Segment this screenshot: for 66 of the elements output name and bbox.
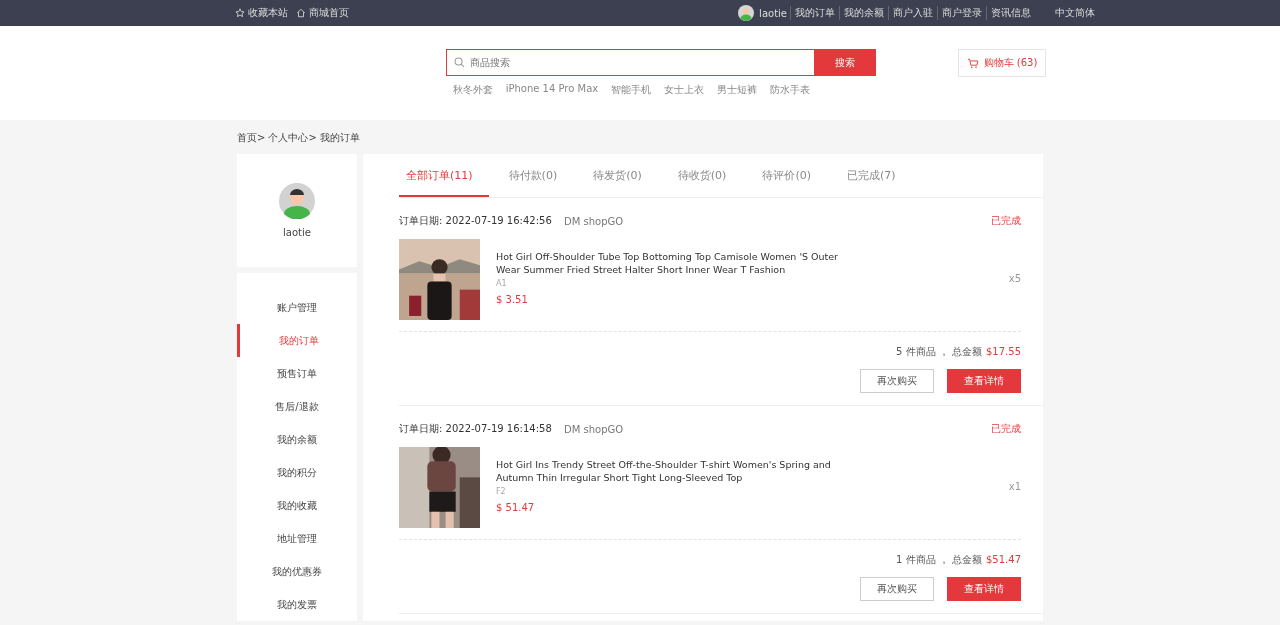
order-date: 订单日期: 2022-07-19 16:14:58 (399, 422, 553, 436)
top-link[interactable]: 我的余额 (839, 6, 888, 20)
menu-item[interactable]: 我的订单 (237, 324, 357, 357)
cart-button[interactable]: 购物车 (63) (957, 49, 1047, 77)
menu-item[interactable]: 账户管理 (237, 291, 357, 324)
order-tab[interactable]: 待评价(0) (755, 154, 827, 197)
product-title[interactable]: Hot Girl Off-Shoulder Tube Top Bottoming Top Camisole Women 'S Outer Wear Summer Fried Street Halter Short Inner Wear T Fashion (496, 250, 841, 276)
order-tab[interactable]: 待收货(0) (670, 154, 743, 197)
breadcrumb-link[interactable]: 我的订单 (319, 131, 360, 145)
menu-item[interactable]: 预售订单 (237, 357, 357, 390)
order-date: 订单日期: 2022-07-19 16:42:56 (399, 214, 553, 228)
rebuy-button[interactable]: 再次购买 (860, 369, 934, 393)
product-price: $ 51.47 (496, 502, 536, 513)
menu-item[interactable]: 我的收藏 (237, 489, 357, 522)
shop-name: DM shopGO (564, 215, 624, 227)
shop-name: DM shopGO (564, 423, 624, 435)
order-tab[interactable]: 已完成(7) (839, 154, 912, 197)
star-icon (235, 8, 245, 18)
home-icon (296, 8, 306, 18)
order-summary: 5 件商品 ， 总金额 (896, 345, 982, 359)
order-tab[interactable]: 待发货(0) (586, 154, 658, 197)
hot-search-link[interactable]: 智能手机 (611, 83, 652, 97)
product-title[interactable]: Hot Girl Ins Trendy Street Off-the-Shoulder T-shirt Women's Spring and Autumn Thin Irregular Short Tight Long-Sleeved Top (496, 458, 841, 484)
breadcrumb-link[interactable]: 首页> (237, 131, 266, 145)
hot-search-link[interactable]: 秋冬外套 (452, 83, 493, 97)
username[interactable]: laotie (759, 7, 787, 19)
product-price: $ 3.51 (496, 294, 529, 305)
details-button[interactable]: 查看详情 (947, 369, 1021, 393)
hot-search-link[interactable]: iPhone 14 Pro Max (505, 83, 599, 97)
menu-item[interactable]: 地址管理 (237, 522, 357, 555)
order-status: 已完成 (991, 422, 1021, 436)
order-tab[interactable]: 全部订单(11) (399, 154, 489, 197)
top-link[interactable]: 我的订单 (790, 6, 839, 20)
cart-icon (966, 57, 979, 69)
language-link[interactable]: 中文简体 (1055, 6, 1095, 20)
details-button[interactable]: 查看详情 (947, 577, 1021, 601)
menu-item[interactable]: 售后/退款 (237, 390, 357, 423)
search-field[interactable]: 商品搜索 (445, 49, 814, 76)
order-total: $51.47 (986, 554, 1021, 565)
username: laotie (283, 227, 311, 238)
hot-search-link[interactable]: 女士上衣 (664, 83, 705, 97)
avatar-icon (279, 183, 315, 219)
menu-item[interactable]: 我的发票 (237, 588, 357, 621)
menu-item[interactable]: 我的积分 (237, 456, 357, 489)
top-link[interactable]: 资讯信息 (986, 6, 1035, 20)
top-link[interactable]: 商户入驻 (888, 6, 937, 20)
search-icon (453, 57, 465, 68)
product-sku: A1 (496, 279, 508, 288)
top-link[interactable]: 商户登录 (937, 6, 986, 20)
order-total: $17.55 (986, 346, 1021, 357)
hot-search-link[interactable]: 男士短裤 (717, 83, 758, 97)
top-link[interactable]: 商城首页 (296, 6, 349, 20)
quantity: x5 (1008, 273, 1021, 284)
hot-search-link[interactable]: 防水手表 (770, 83, 811, 97)
avatar-icon[interactable] (738, 5, 755, 21)
menu-item[interactable]: 我的余额 (237, 423, 357, 456)
quantity: x1 (1008, 481, 1021, 492)
breadcrumb-link[interactable]: 个人中心> (268, 131, 317, 145)
order-summary: 1 件商品 ， 总金额 (896, 553, 982, 567)
top-link[interactable]: 收藏本站 (235, 6, 288, 20)
product-sku: F2 (496, 487, 507, 496)
rebuy-button[interactable]: 再次购买 (860, 577, 934, 601)
order-tab[interactable]: 待付款(0) (501, 154, 574, 197)
order-status: 已完成 (991, 214, 1021, 228)
menu-item[interactable]: 我的优惠券 (237, 555, 357, 588)
search-button[interactable]: 搜索 (813, 49, 876, 76)
